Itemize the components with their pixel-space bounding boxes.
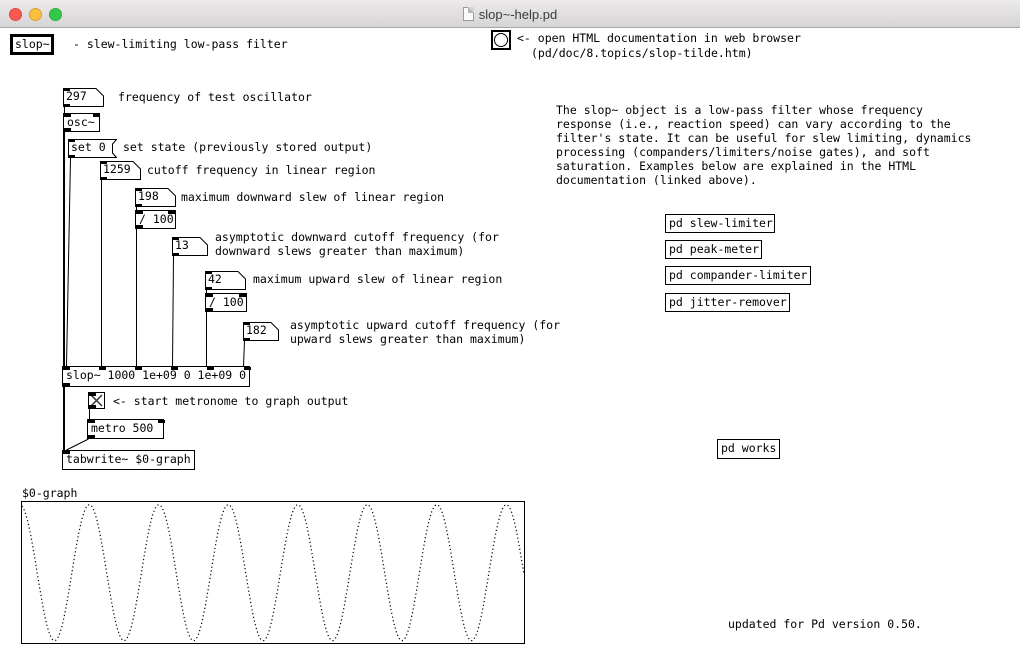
numberbox-cutoff-frequency[interactable]: 1259 <box>100 161 141 180</box>
toggle-start-metronome[interactable] <box>88 392 105 409</box>
comment-max-up-slew: maximum upward slew of linear region <box>253 272 502 286</box>
inlet-nub <box>63 367 70 370</box>
comment-asymptotic-up: asymptotic upward cutoff frequency (for … <box>290 318 560 346</box>
object-slop-main: slop~ 1000 1e+09 0 1e+09 0 <box>62 366 250 387</box>
subpatch-peak-meter-label: pd peak-meter <box>666 241 761 258</box>
subpatch-compander-limiter[interactable]: pd compander-limiter <box>665 266 811 285</box>
comment-open-docs: <- open HTML documentation in web browse… <box>517 31 801 45</box>
open-docs-link-button[interactable] <box>491 30 511 50</box>
inlet-nub <box>206 294 213 297</box>
outlet-nub <box>243 338 250 341</box>
subpatch-peak-meter[interactable]: pd peak-meter <box>665 240 762 259</box>
object-osc: osc~ <box>63 113 100 132</box>
numberbox-asymptotic-up-cutoff[interactable]: 182 <box>243 322 279 341</box>
subpatch-jitter-remover[interactable]: pd jitter-remover <box>665 293 790 312</box>
message-cord <box>67 439 89 450</box>
subpatch-works-label: pd works <box>718 440 779 457</box>
outlet-nub <box>89 405 96 408</box>
outlet-nub <box>64 128 71 131</box>
comment-graph-label: $0-graph <box>22 486 77 500</box>
outlet-nub <box>205 287 212 290</box>
inlet-nub <box>135 188 142 191</box>
comment-set-state: set state (previously stored output) <box>123 140 372 154</box>
patch-canvas: slop~ 297 osc~ set 0 1259 198 / 100 13 42 / 100 18… <box>0 0 1020 664</box>
subpatch-works[interactable]: pd works <box>717 439 780 459</box>
array-graph <box>21 501 525 644</box>
message-set-state-label: set 0 <box>68 139 117 156</box>
inlet-nub <box>244 367 251 370</box>
inlet-nub <box>100 161 107 164</box>
object-divide-100-up: / 100 <box>205 293 247 312</box>
pd-patch-window: slop~-help.pd slop~297osc~set 01259198/ … <box>0 0 1020 664</box>
inlet-nub <box>93 114 100 117</box>
message-set-state[interactable]: set 0 <box>68 139 117 158</box>
comment-asymptotic-down: asymptotic downward cutoff frequency (fo… <box>215 230 499 258</box>
message-cord <box>244 341 245 366</box>
inlet-nub <box>243 322 250 325</box>
inlet-nub <box>207 367 214 370</box>
inlet-nub <box>136 211 143 214</box>
subpatch-compander-limiter-label: pd compander-limiter <box>666 267 810 284</box>
object-slop-main-label: slop~ 1000 1e+09 0 1e+09 0 <box>63 367 249 384</box>
inlet-nub <box>172 237 179 240</box>
numberbox-max-downward-slew[interactable]: 198 <box>135 188 176 207</box>
circle-icon <box>494 33 508 47</box>
object-slop-title: slop~ <box>10 34 54 55</box>
numberbox-asymptotic-down-cutoff[interactable]: 13 <box>172 237 208 256</box>
inlet-nub <box>68 139 75 142</box>
comment-docs-path: (pd/doc/8.topics/slop-tilde.htm) <box>531 46 753 60</box>
inlet-nub <box>168 211 175 214</box>
inlet-nub <box>63 88 70 91</box>
comment-updated-version: updated for Pd version 0.50. <box>728 617 922 631</box>
subpatch-slew-limiter-label: pd slew-limiter <box>666 215 774 232</box>
inlet-nub <box>88 420 95 423</box>
comment-test-frequency: frequency of test oscillator <box>118 90 312 104</box>
object-slop-title-label: slop~ <box>13 37 51 52</box>
numberbox-max-upward-slew[interactable]: 42 <box>205 271 246 290</box>
inlet-nub <box>99 367 106 370</box>
comment-start-metronome: <- start metronome to graph output <box>113 394 348 408</box>
outlet-nub <box>63 104 70 107</box>
subpatch-slew-limiter[interactable]: pd slew-limiter <box>665 214 775 233</box>
object-divide-100-down: / 100 <box>135 210 176 229</box>
inlet-nub <box>239 294 246 297</box>
inlet-nub <box>135 367 142 370</box>
object-tabwrite: tabwrite~ $0-graph <box>62 450 195 470</box>
comment-max-down-slew: maximum downward slew of linear region <box>181 190 444 204</box>
subpatch-jitter-remover-label: pd jitter-remover <box>666 294 789 311</box>
outlet-nub <box>172 253 179 256</box>
outlet-nub <box>135 204 142 207</box>
inlet-nub <box>63 451 70 454</box>
outlet-nub <box>68 155 75 158</box>
object-tabwrite-label: tabwrite~ $0-graph <box>63 451 194 468</box>
outlet-nub <box>206 308 213 311</box>
comment-slop-description: - slew-limiting low-pass filter <box>73 37 288 51</box>
comment-cutoff-frequency: cutoff frequency in linear region <box>147 163 375 177</box>
inlet-nub <box>89 393 96 396</box>
message-cord <box>173 256 174 366</box>
inlet-nub <box>171 367 178 370</box>
object-metro-label: metro 500 <box>88 420 163 437</box>
inlet-nub <box>64 114 71 117</box>
sine-wave-trace <box>22 505 524 641</box>
outlet-nub <box>63 383 70 386</box>
message-cord <box>67 158 71 366</box>
object-metro: metro 500 <box>87 419 164 439</box>
inlet-nub <box>158 420 165 423</box>
outlet-nub <box>88 435 95 438</box>
inlet-nub <box>205 271 212 274</box>
comment-main-description: The slop~ object is a low-pass filter wh… <box>556 103 971 187</box>
outlet-nub <box>100 177 107 180</box>
outlet-nub <box>136 225 143 228</box>
numberbox-test-frequency[interactable]: 297 <box>63 88 104 107</box>
